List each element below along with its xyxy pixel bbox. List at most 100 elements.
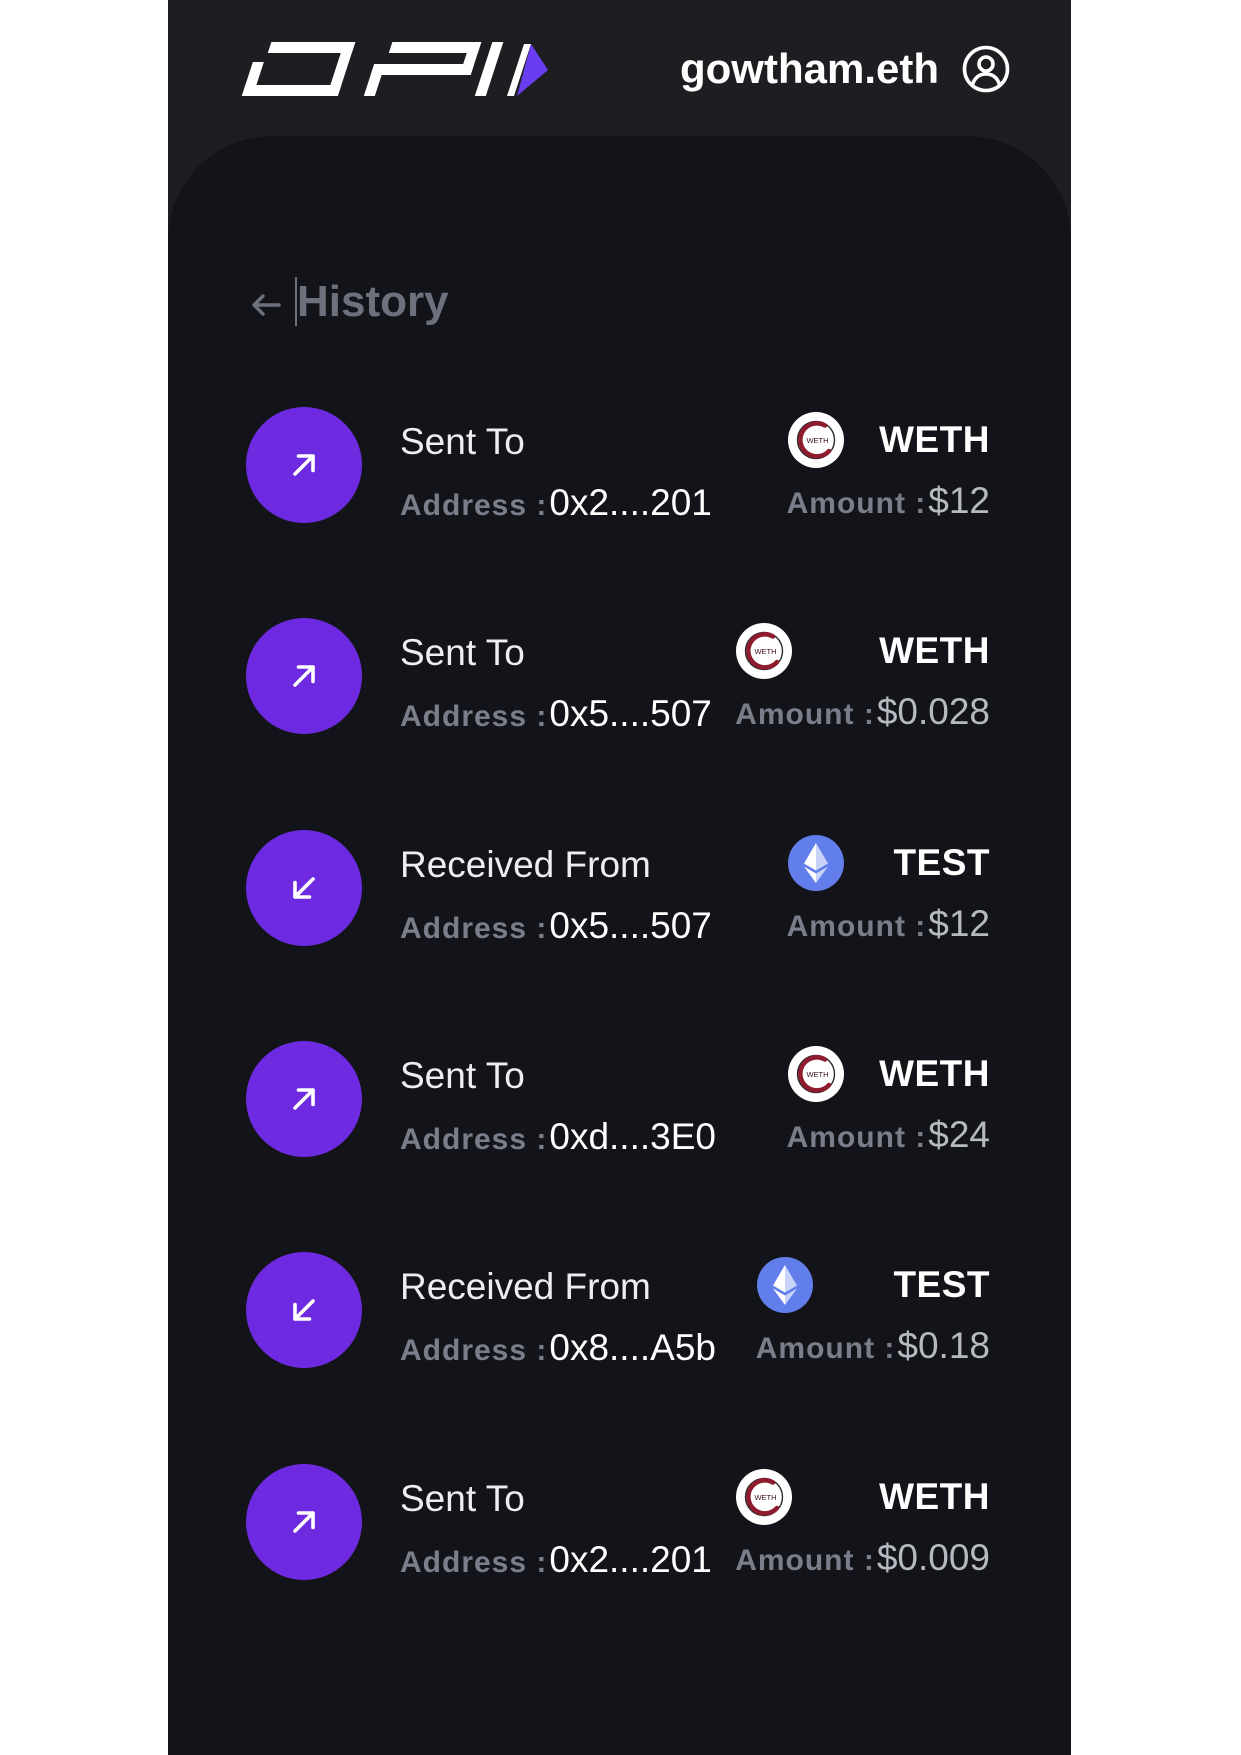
token-info: WETH WETH Amount : $0.028 [735,618,990,737]
transaction-details: Received From Address : 0x8....A5b [400,1252,716,1373]
weth-icon-text: WETH [755,1492,777,1501]
amount-label: Amount : [786,1120,927,1154]
address-value: 0xd....3E0 [549,1115,716,1157]
address-line: Address : 0x5....507 [400,904,712,951]
direction-badge [246,829,362,946]
direction-badge [246,407,362,523]
token-row: TEST [756,1256,990,1314]
direction-badge [246,1040,362,1157]
address-line: Address : 0x8....A5b [400,1326,716,1373]
transaction-title: Sent To [400,632,525,674]
amount-label: Amount : [735,1543,875,1577]
transaction-row[interactable]: Received From Address : 0x8....A5b TEST … [168,1252,1071,1372]
token-info: WETH WETH Amount : $12 [787,407,990,526]
direction-badge [246,1252,362,1369]
address-line: Address : 0x2....201 [400,1538,712,1585]
back-button[interactable] [251,293,281,317]
transaction-row[interactable]: Sent To Address : 0x2....201 WETH WETH A… [168,407,1071,527]
token-row: WETH WETH [735,1468,990,1526]
eth-icon [756,1257,813,1314]
address-value: 0x2....201 [549,482,712,523]
transaction-row[interactable]: Received From Address : 0x5....507 TEST … [168,829,1071,951]
direction-badge [246,1463,362,1580]
amount-label: Amount : [786,487,927,520]
transaction-details: Sent To Address : 0x5....507 [400,618,712,739]
address-line: Address : 0x2....201 [400,481,712,528]
amount-line: Amount : $12 [787,479,990,526]
amount-value: $0.009 [876,1536,990,1578]
arrow-down-left-icon [293,1299,315,1321]
address-value: 0x2....201 [549,1538,712,1580]
amount-line: Amount : $24 [787,1113,990,1160]
amount-value: $12 [928,902,990,944]
transaction-row[interactable]: Sent To Address : 0x5....507 WETH WETH A… [168,618,1071,738]
token-info: WETH WETH Amount : $0.009 [735,1464,990,1583]
transaction-title: Sent To [400,421,525,462]
token-info: TEST Amount : $12 [787,830,990,949]
token-symbol: WETH [879,419,990,460]
arrow-up-right-icon [293,454,315,476]
amount-value: $0.028 [876,691,990,733]
token-info: WETH WETH Amount : $24 [787,1041,990,1160]
transaction-title: Received From [400,1266,651,1308]
address-label: Address : [400,1334,548,1368]
token-symbol: WETH [879,630,990,672]
address-label: Address : [400,1545,548,1579]
arrow-down-left-icon [293,876,315,899]
address-line: Address : 0xd....3E0 [400,1115,716,1162]
transaction-details: Sent To Address : 0x2....201 [400,407,712,528]
transaction-details: Received From Address : 0x5....507 [400,830,712,951]
username[interactable]: gowtham.eth [680,44,939,94]
address-value: 0x5....507 [549,693,712,735]
amount-value: $0.18 [897,1325,990,1367]
amount-value: $24 [928,1113,990,1155]
address-label: Address : [400,700,548,734]
amount-label: Amount : [735,698,875,732]
amount-value: $12 [928,480,990,521]
weth-icon-text: WETH [806,1070,828,1079]
address-line: Address : 0x5....507 [400,692,712,739]
weth-icon: WETH [787,1045,844,1102]
transaction-row[interactable]: Sent To Address : 0x2....201 WETH WETH A… [168,1463,1071,1585]
transaction-title: Sent To [400,1054,525,1096]
arrow-up-right-icon [293,1510,315,1533]
token-row: WETH WETH [787,1045,990,1103]
user-circle-icon [962,45,1010,93]
amount-line: Amount : $0.009 [735,1536,990,1583]
token-row: WETH WETH [735,622,990,680]
transaction-details: Sent To Address : 0x2....201 [400,1464,712,1585]
transaction-details: Sent To Address : 0xd....3E0 [400,1041,716,1162]
address-value: 0x8....A5b [549,1327,716,1369]
arrow-left-icon [252,294,281,316]
weth-icon: WETH [736,623,793,680]
arrow-up-right-icon [293,665,315,688]
transaction-title: Received From [400,843,651,885]
eth-icon [787,834,844,891]
address-value: 0x5....507 [549,904,712,946]
token-info: TEST Amount : $0.18 [756,1252,990,1371]
weth-icon-text: WETH [755,647,777,656]
address-label: Address : [400,489,548,522]
address-label: Address : [400,911,548,945]
arrow-up-right-icon [293,1088,315,1110]
amount-label: Amount : [786,909,927,943]
token-symbol: TEST [893,841,990,883]
transaction-title: Sent To [400,1477,525,1519]
weth-icon: WETH [787,412,844,468]
amount-line: Amount : $12 [787,902,990,949]
amount-line: Amount : $0.028 [735,690,990,737]
app-window: gowtham.eth History Sent To Address : 0x… [168,0,1071,1755]
transaction-row[interactable]: Sent To Address : 0xd....3E0 WETH WETH A… [168,1040,1071,1162]
token-symbol: WETH [879,1475,990,1517]
profile-button[interactable] [962,45,1010,93]
page-title: History [297,277,449,326]
amount-line: Amount : $0.18 [756,1324,990,1371]
weth-icon-text: WETH [806,436,828,445]
amount-label: Amount : [755,1332,896,1366]
token-row: WETH WETH [787,411,990,469]
address-label: Address : [400,1122,548,1156]
weth-icon: WETH [736,1468,793,1525]
token-symbol: WETH [879,1052,990,1094]
token-row: TEST [787,834,990,892]
dpi-logo [241,42,548,96]
